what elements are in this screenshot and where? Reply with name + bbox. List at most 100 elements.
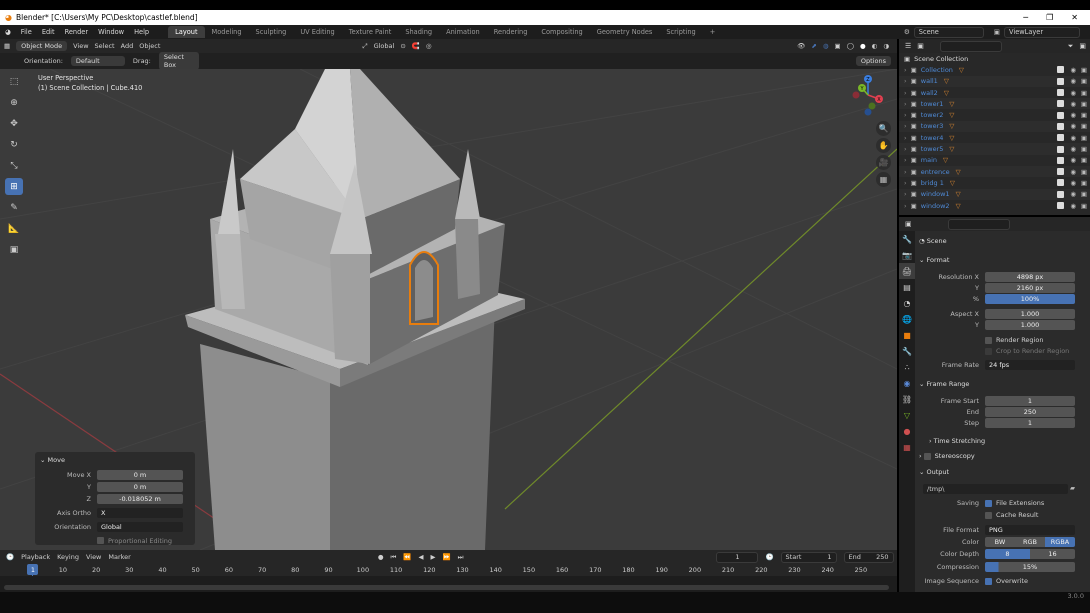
outliner-row[interactable]: › ▣ Collection ▽ ◉ ▣	[899, 64, 1090, 75]
expand-arrow-icon[interactable]: ›	[904, 190, 907, 198]
eye-icon[interactable]: ◉	[1070, 179, 1076, 187]
aspect-x-field[interactable]: 1.000	[985, 309, 1075, 319]
menu-marker[interactable]: Marker	[108, 553, 130, 561]
add-workspace-button[interactable]: +	[703, 26, 723, 38]
tab-shading[interactable]: Shading	[398, 26, 439, 38]
particles-tab-icon[interactable]: ∴	[899, 359, 915, 375]
world-tab-icon[interactable]: 🌐	[899, 311, 915, 327]
frame-start-field[interactable]: 1	[985, 396, 1075, 406]
proportional-checkbox[interactable]	[97, 537, 104, 544]
aspect-y-field[interactable]: 1.000	[985, 320, 1075, 330]
outliner-root[interactable]: ▣ Scene Collection	[899, 53, 1090, 64]
menu-view[interactable]: View	[86, 553, 101, 561]
time-stretching-section-header[interactable]: › Time Stretching	[929, 437, 1090, 445]
exclude-checkbox[interactable]	[1057, 202, 1064, 209]
resolution-percent-field[interactable]: 100%	[985, 294, 1075, 304]
scale-tool-icon[interactable]: ⤡	[5, 157, 23, 174]
tab-modeling[interactable]: Modeling	[205, 26, 249, 38]
visibility-icon[interactable]: 👁	[797, 42, 805, 50]
timeline-scrollbar[interactable]	[4, 585, 889, 590]
perspective-toggle-icon[interactable]: ▦	[876, 172, 891, 187]
pan-hand-icon[interactable]: ✋	[876, 138, 891, 153]
file-extensions-checkbox[interactable]	[985, 499, 992, 507]
exclude-checkbox[interactable]	[1057, 77, 1064, 85]
camera-icon[interactable]: ▣	[1081, 89, 1087, 97]
eye-icon[interactable]: ◉	[1070, 77, 1076, 85]
move-x-field[interactable]: 0 m	[97, 469, 183, 480]
current-frame-field[interactable]: 1	[716, 551, 759, 563]
clock-icon[interactable]: 🕒	[6, 553, 14, 561]
camera-icon[interactable]: ▣	[1081, 122, 1087, 130]
color-rgb-button[interactable]: RGB	[1015, 537, 1045, 547]
pivot-icon[interactable]: ⊙	[400, 42, 405, 50]
transform-tool-icon[interactable]: ⊞	[5, 178, 23, 195]
editor-type-icon[interactable]: ▦	[4, 42, 10, 50]
eye-icon[interactable]: ◉	[1070, 111, 1076, 119]
menu-view[interactable]: View	[73, 42, 88, 50]
outliner-row[interactable]: › ▣ tower5 ▽ ◉ ▣	[899, 143, 1090, 155]
shading-rendered-icon[interactable]: ◑	[883, 42, 889, 50]
color-rgba-button[interactable]: RGBA	[1045, 537, 1075, 547]
camera-icon[interactable]: ▣	[1081, 190, 1087, 198]
eye-icon[interactable]: ◉	[1070, 134, 1076, 142]
camera-icon[interactable]: ▣	[1081, 77, 1087, 85]
measure-tool-icon[interactable]: 📐	[5, 220, 23, 237]
view-layer-tab-icon[interactable]: ▤	[899, 279, 915, 295]
menu-object[interactable]: Object	[139, 42, 160, 50]
overwrite-checkbox[interactable]	[985, 577, 992, 585]
exclude-checkbox[interactable]	[1057, 111, 1064, 119]
outliner-row[interactable]: › ▣ wall1 ▽ ◉ ▣	[899, 75, 1090, 87]
jump-start-icon[interactable]: ⏮	[391, 553, 397, 562]
timeline-track[interactable]	[0, 576, 897, 592]
depth-16-button[interactable]: 16	[1030, 549, 1075, 559]
play-reverse-icon[interactable]: ◀	[418, 553, 423, 561]
expand-arrow-icon[interactable]: ›	[904, 179, 907, 187]
stereoscopy-section-header[interactable]: › Stereoscopy	[919, 452, 1086, 460]
rotate-tool-icon[interactable]: ↻	[5, 136, 23, 153]
annotate-tool-icon[interactable]: ✎	[5, 199, 23, 216]
frame-rate-selector[interactable]: 24 fps	[985, 360, 1075, 370]
outliner-row[interactable]: › ▣ tower1 ▽ ◉ ▣	[899, 98, 1090, 110]
expand-arrow-icon[interactable]: ›	[904, 156, 907, 164]
folder-icon[interactable]: ▰	[1070, 484, 1075, 492]
outliner-search-input[interactable]	[939, 40, 1002, 52]
crop-region-checkbox[interactable]	[985, 347, 992, 355]
outliner-row[interactable]: › ▣ window2 ▽ ◉ ▣	[899, 200, 1090, 211]
orientation-selector[interactable]: Global	[97, 521, 183, 532]
eye-icon[interactable]: ◉	[1070, 168, 1076, 176]
modifier-tab-icon[interactable]: 🔧	[899, 343, 915, 359]
exclude-checkbox[interactable]	[1057, 100, 1064, 108]
frame-step-field[interactable]: 1	[985, 418, 1075, 428]
end-frame-field[interactable]: End 250	[843, 551, 894, 563]
move-z-field[interactable]: -0.018052 m	[97, 493, 183, 504]
camera-icon[interactable]: ▣	[1081, 111, 1087, 119]
camera-icon[interactable]: ▣	[1081, 179, 1087, 187]
resolution-y-field[interactable]: 2160 px	[985, 283, 1075, 293]
outliner-row[interactable]: › ▣ tower2 ▽ ◉ ▣	[899, 109, 1090, 120]
material-tab-icon[interactable]: ●	[899, 423, 915, 439]
menu-edit[interactable]: Edit	[37, 28, 60, 36]
start-frame-field[interactable]: Start 1	[780, 551, 837, 563]
file-format-selector[interactable]: PNG	[985, 525, 1075, 535]
record-icon[interactable]: ●	[378, 553, 384, 561]
expand-arrow-icon[interactable]: ›	[904, 77, 907, 85]
eye-icon[interactable]: ◉	[1070, 202, 1076, 210]
eye-icon[interactable]: ◉	[1070, 89, 1076, 97]
expand-arrow-icon[interactable]: ›	[904, 145, 907, 153]
expand-arrow-icon[interactable]: ›	[904, 100, 907, 108]
navigation-gizmo[interactable]: Z X Y	[848, 73, 888, 123]
transform-orientation-selector[interactable]: Global	[374, 42, 395, 50]
render-tab-icon[interactable]: 📷	[899, 247, 915, 263]
outliner-row[interactable]: › ▣ entrence ▽ ◉ ▣	[899, 165, 1090, 178]
camera-icon[interactable]: ▣	[1081, 156, 1087, 164]
move-y-field[interactable]: 0 m	[97, 481, 183, 492]
add-cube-tool-icon[interactable]: ▣	[5, 241, 23, 258]
camera-icon[interactable]: ▣	[1081, 202, 1087, 210]
exclude-checkbox[interactable]	[1057, 190, 1064, 198]
texture-tab-icon[interactable]: ▦	[899, 439, 915, 455]
resolution-x-field[interactable]: 4898 px	[985, 272, 1075, 282]
eye-icon[interactable]: ◉	[1070, 100, 1076, 108]
display-mode-icon[interactable]: ▣	[917, 42, 924, 50]
move-tool-icon[interactable]: ✥	[5, 115, 23, 132]
new-collection-icon[interactable]: ▣	[1079, 42, 1086, 50]
